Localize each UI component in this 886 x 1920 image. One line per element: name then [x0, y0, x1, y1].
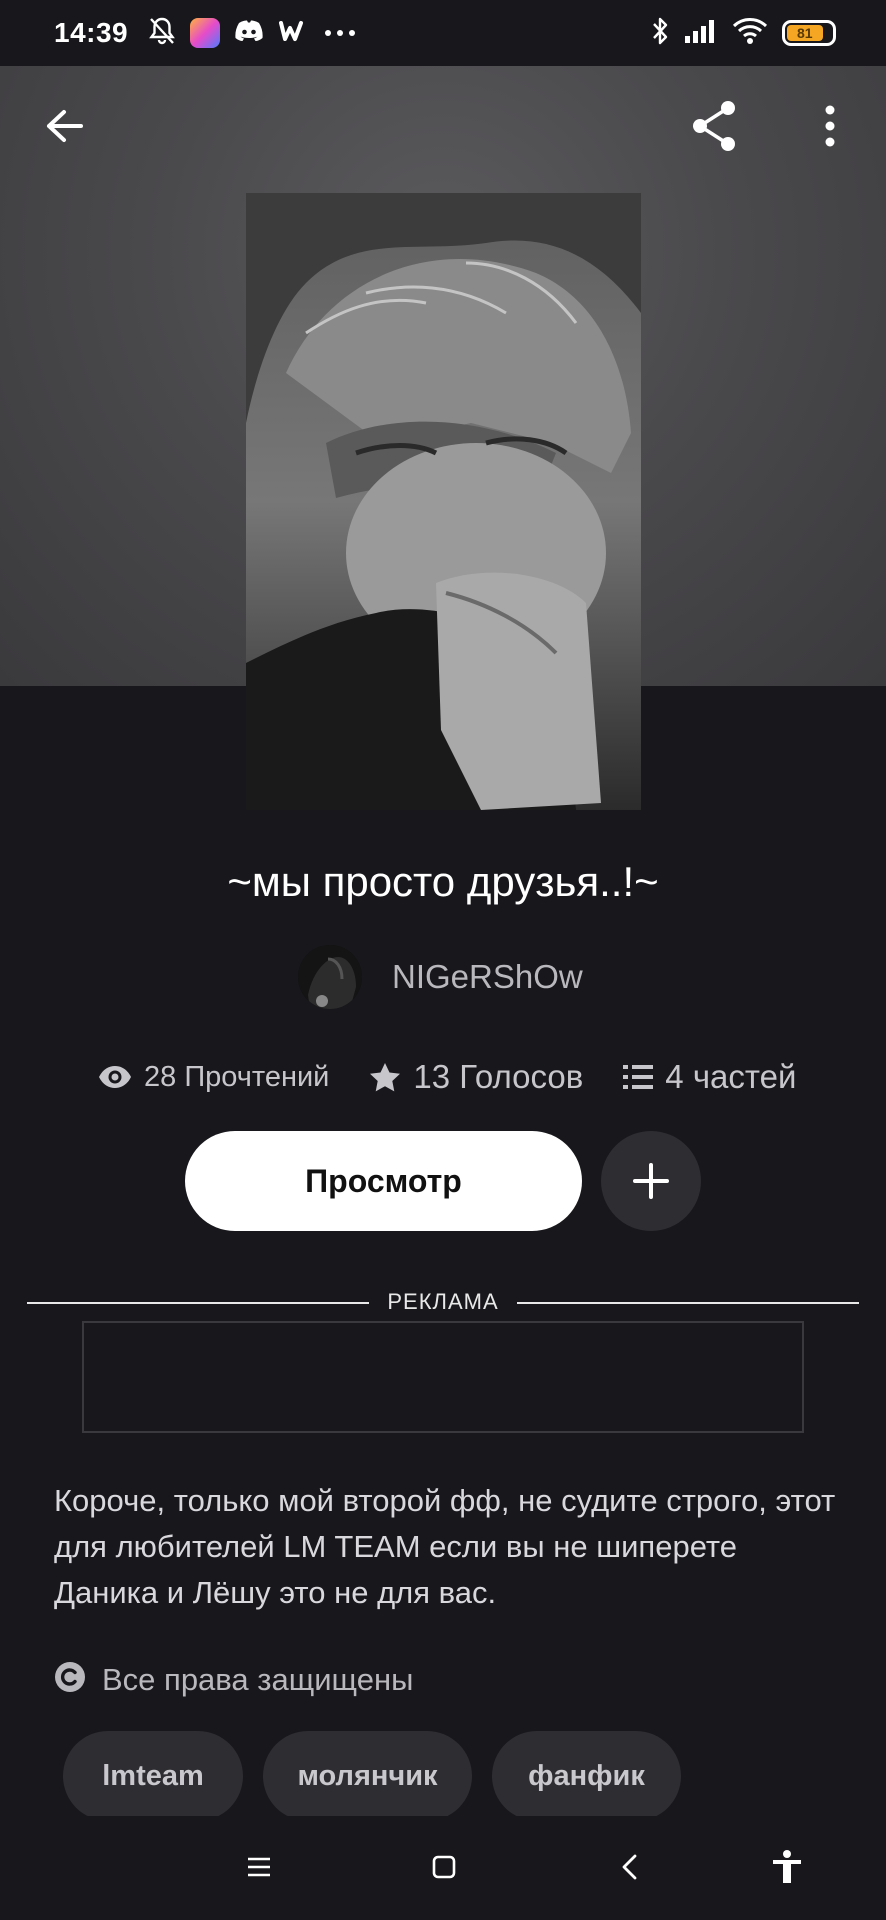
- system-nav-bar: [0, 1816, 886, 1920]
- author-row[interactable]: NIGeRShOw: [298, 945, 583, 1009]
- story-description: Короче, только мой второй фф, не судите …: [54, 1483, 836, 1610]
- menu-icon: [248, 1857, 270, 1877]
- wifi-icon: [732, 17, 768, 50]
- app-icon: [190, 18, 221, 48]
- read-button[interactable]: Просмотр: [185, 1131, 582, 1231]
- more-dots-icon: [324, 24, 356, 42]
- discord-icon: [234, 19, 264, 48]
- reads-stat: 28 Прочтений: [98, 1061, 329, 1094]
- parts-stat: 4 частей: [623, 1058, 796, 1096]
- battery-icon: 81: [782, 20, 836, 46]
- add-to-library-button[interactable]: [601, 1131, 701, 1231]
- home-button[interactable]: [419, 1842, 469, 1892]
- battery-level: 81: [787, 25, 823, 41]
- signal-icon: [684, 18, 718, 49]
- copyright-icon: [54, 1661, 86, 1698]
- votes-stat: 13 Голосов: [369, 1058, 583, 1096]
- home-square-icon: [432, 1855, 456, 1879]
- share-button[interactable]: [684, 96, 744, 156]
- copyright-row: Все права защищены: [54, 1661, 413, 1698]
- author-name[interactable]: NIGeRShOw: [392, 958, 583, 996]
- bluetooth-icon: [650, 16, 670, 51]
- tag-chip[interactable]: lmteam: [63, 1731, 243, 1821]
- story-stats: 28 Прочтений 13 Голосов 4 частей: [98, 1052, 796, 1102]
- bell-off-icon: [148, 16, 176, 51]
- system-icons: 81: [650, 16, 836, 51]
- notification-icons: [148, 16, 356, 51]
- tags-list: lmteam молянчик фанфик: [63, 1731, 681, 1821]
- parts-count: 4 частей: [665, 1058, 797, 1095]
- story-title: ~мы просто друзья..!~: [227, 858, 659, 905]
- back-chevron-icon: [622, 1854, 637, 1880]
- accessibility-button[interactable]: [762, 1842, 812, 1892]
- status-time: 14:39: [54, 17, 129, 48]
- star-icon: [369, 1062, 401, 1092]
- ad-divider: РЕКЛАМА: [27, 1287, 859, 1317]
- author-avatar[interactable]: [298, 945, 362, 1009]
- tag-chip[interactable]: фанфик: [492, 1731, 681, 1821]
- list-icon: [623, 1064, 654, 1090]
- status-bar: 14:39 81: [0, 0, 886, 66]
- more-vertical-icon: [825, 105, 835, 147]
- back-nav-button[interactable]: [605, 1842, 655, 1892]
- eye-icon: [98, 1065, 132, 1089]
- tag-chip[interactable]: молянчик: [263, 1731, 472, 1821]
- copyright-text: Все права защищены: [102, 1661, 414, 1697]
- reads-count: 28 Прочтений: [144, 1060, 330, 1093]
- plus-icon: [633, 1163, 669, 1199]
- recent-apps-button[interactable]: [234, 1842, 284, 1892]
- ad-banner[interactable]: [82, 1321, 804, 1433]
- ad-label: РЕКЛАМА: [387, 1289, 499, 1314]
- back-button[interactable]: [34, 96, 94, 156]
- share-icon: [693, 101, 735, 151]
- story-cover-image[interactable]: [246, 193, 641, 810]
- more-options-button[interactable]: [800, 96, 860, 156]
- wattpad-icon: [278, 19, 310, 48]
- arrow-left-icon: [47, 110, 83, 142]
- votes-count: 13 Голосов: [413, 1058, 584, 1095]
- accessibility-icon: [773, 1850, 801, 1883]
